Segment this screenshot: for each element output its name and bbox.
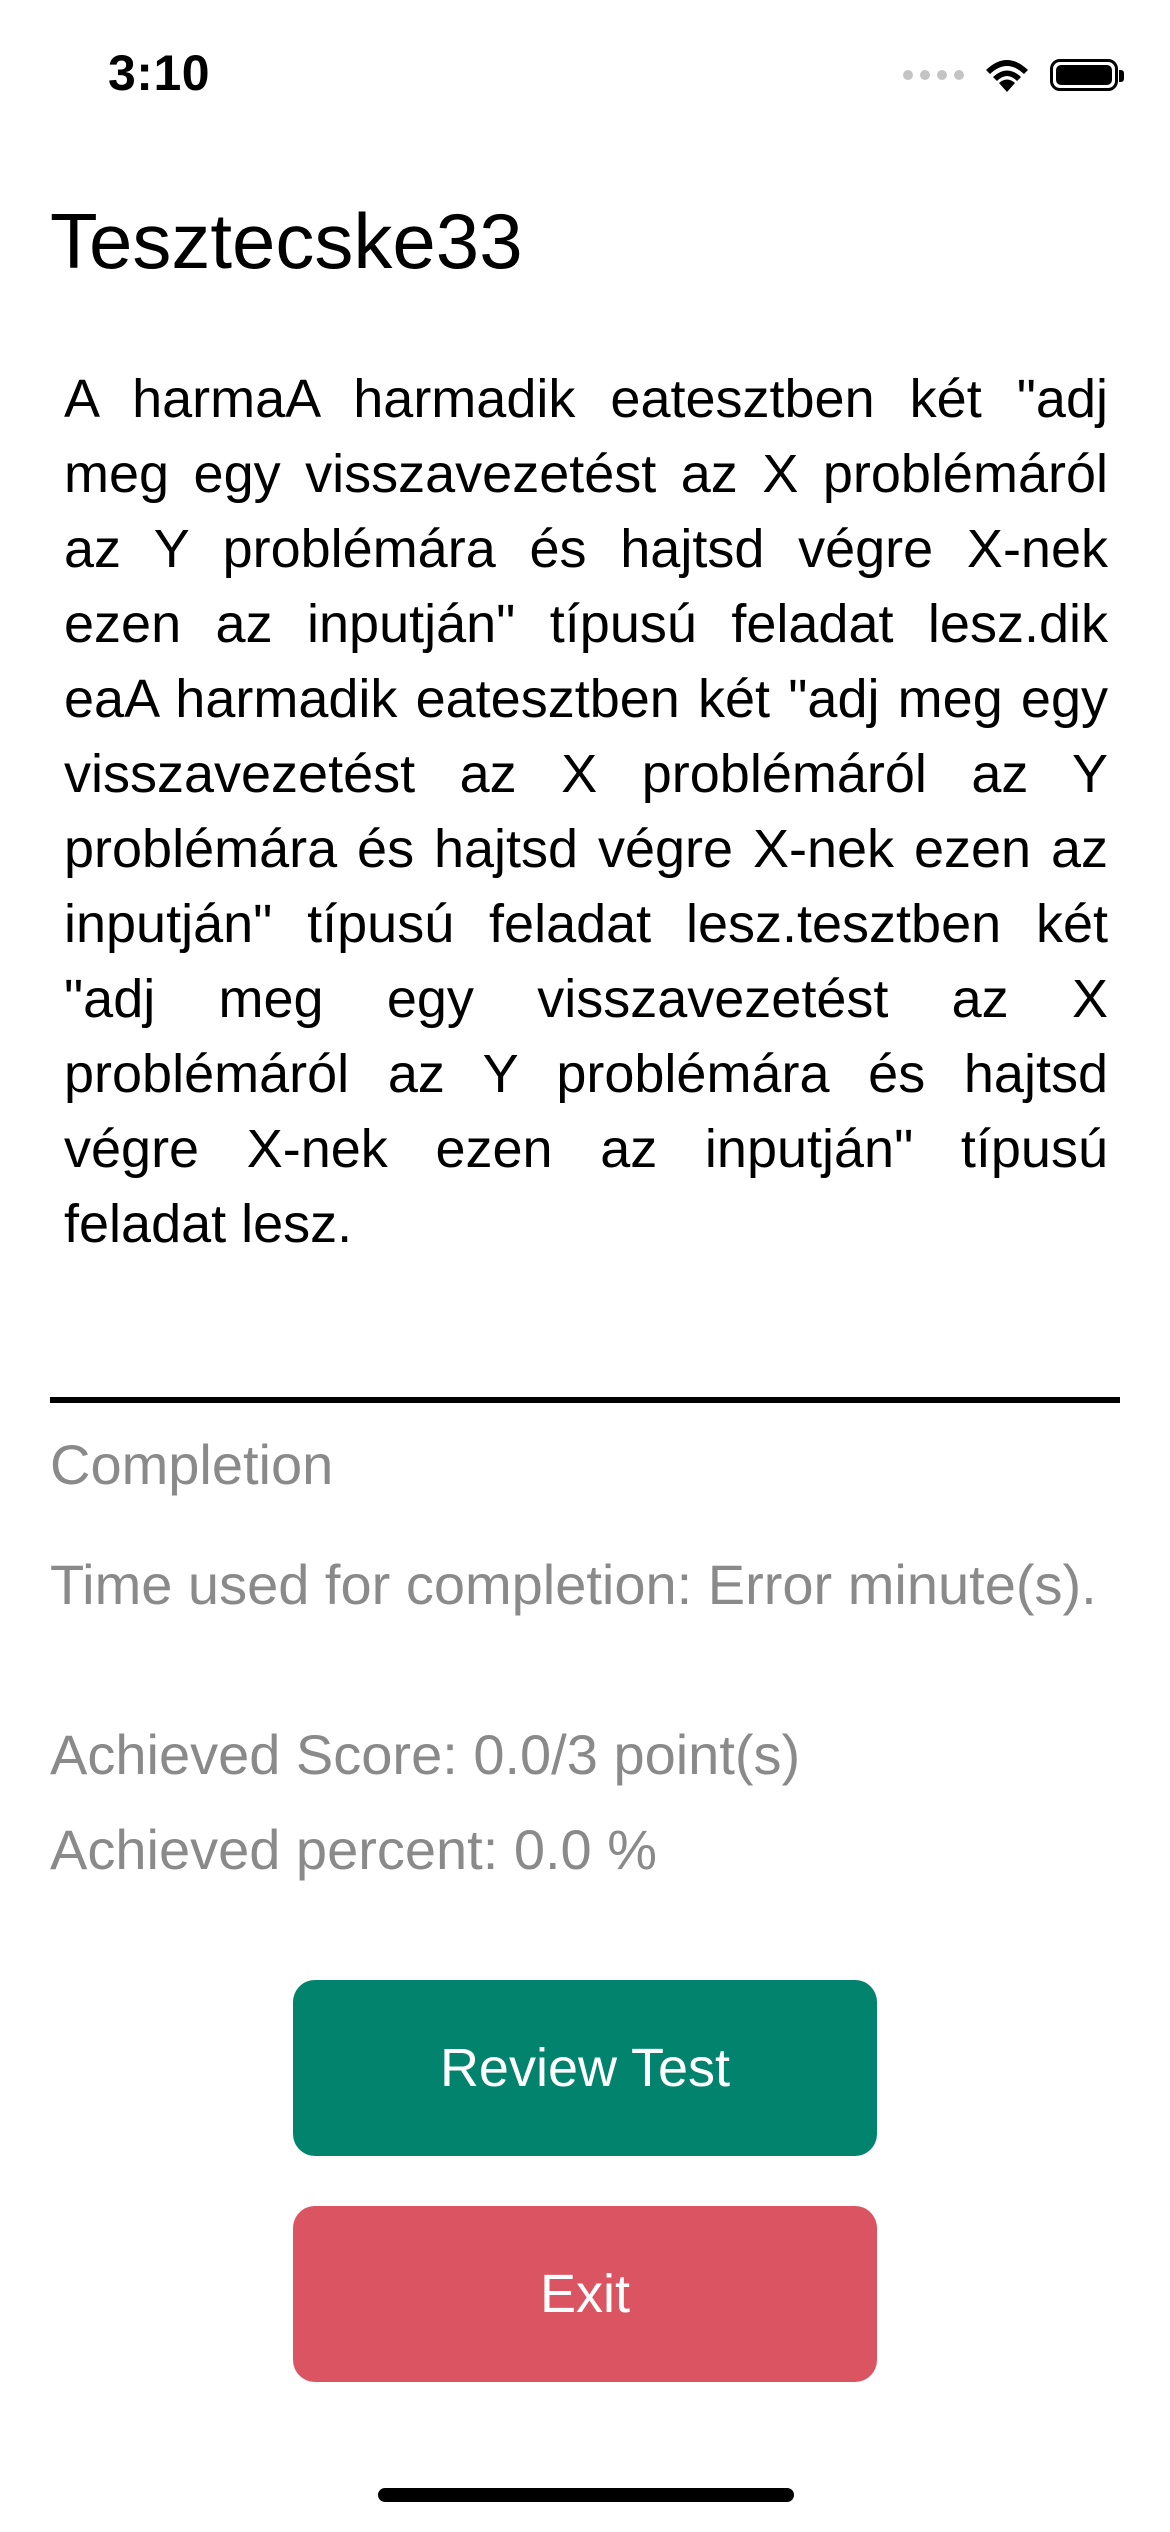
status-time: 3:10 [108,45,211,101]
battery-icon [1050,59,1124,91]
status-icons [903,52,1124,98]
wifi-icon [986,60,1028,92]
achieved-score-text: Achieved Score: 0.0/3 point(s) [50,1723,801,1786]
cellular-signal-icon [903,70,964,80]
divider [50,1397,1120,1403]
achieved-percent-text: Achieved percent: 0.0 % [50,1818,658,1881]
exit-button[interactable]: Exit [293,2206,877,2382]
page-title: Tesztecske33 [50,197,523,285]
test-description: A harmaA harmadik eatesztben két "adj me… [64,369,1108,1254]
completion-heading: Completion [50,1433,334,1496]
home-indicator[interactable] [378,2488,794,2502]
time-used-text: Time used for completion: Error minute(s… [50,1553,1097,1616]
review-test-button[interactable]: Review Test [293,1980,877,2156]
status-bar: 3:10 [0,0,1170,150]
